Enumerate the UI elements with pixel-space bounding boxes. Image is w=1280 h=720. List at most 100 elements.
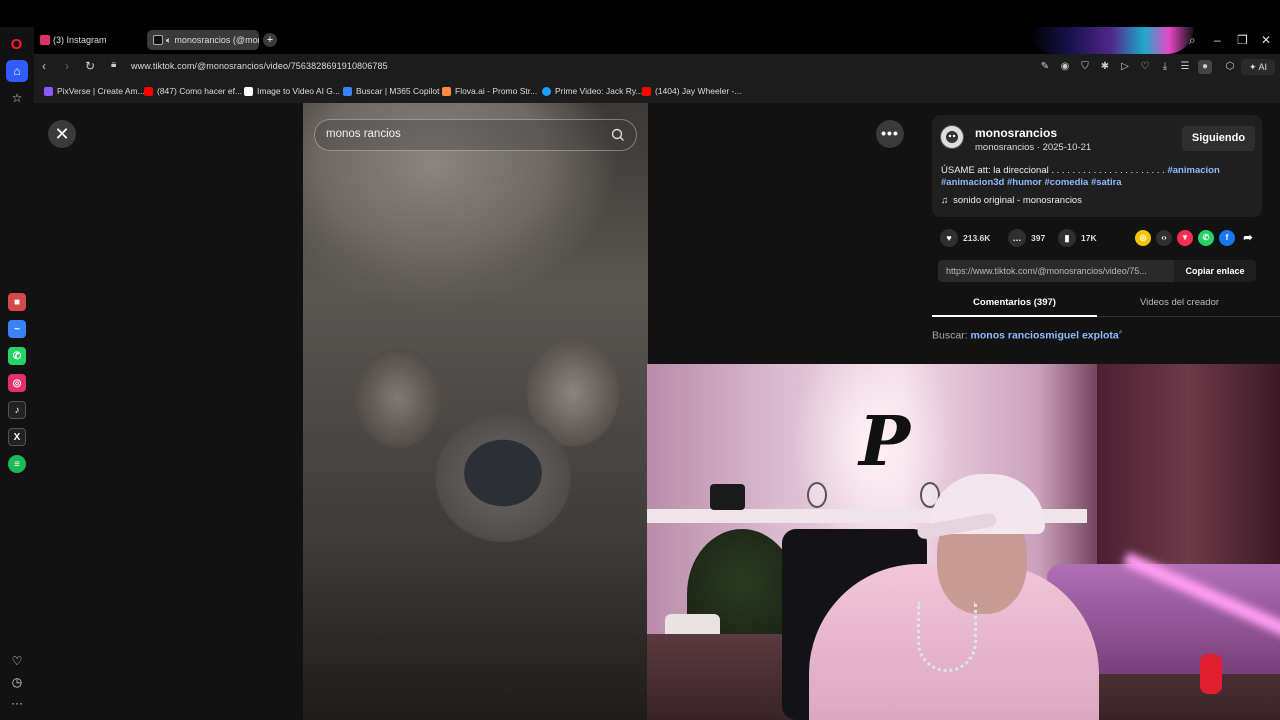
bookmark[interactable]: (847) Como hacer ef...: [144, 86, 242, 96]
prime-favicon-icon: [542, 86, 551, 96]
download-icon[interactable]: ⤓: [1158, 60, 1172, 74]
tab-creator-videos[interactable]: Videos del creador: [1097, 297, 1262, 308]
related-search-link[interactable]: monos ranciosmiguel explota: [971, 330, 1119, 342]
action-row: ♥ 213.6K … 397 ▮ 17K ◎ ‹› ▼ ✆ f ➦: [940, 229, 1270, 249]
like-button[interactable]: ♥ 213.6K: [940, 229, 990, 247]
hashtag[interactable]: #animacion3d: [941, 177, 1004, 188]
more-icon[interactable]: ···: [6, 692, 28, 714]
comment-count: 397: [1031, 233, 1046, 243]
instagram-icon[interactable]: ◎: [8, 374, 26, 392]
search-icon[interactable]: [610, 127, 626, 143]
copy-link-button[interactable]: Copiar enlace: [1174, 260, 1256, 282]
necklace: [917, 602, 977, 672]
send-icon[interactable]: ▼: [1177, 230, 1193, 246]
search-bar[interactable]: monos rancios: [314, 119, 637, 151]
back-icon[interactable]: ‹: [42, 59, 46, 73]
tiktok-icon[interactable]: ♪: [8, 401, 26, 419]
ai-label: AI: [1258, 62, 1268, 72]
tab-instagram[interactable]: (3) Instagram: [34, 30, 144, 50]
speaker-icon[interactable]: 🔈︎: [166, 35, 171, 46]
profile-icon[interactable]: ●: [1198, 60, 1212, 74]
embed-icon[interactable]: ‹›: [1156, 230, 1172, 246]
tab-tiktok[interactable]: 🔈︎ monosrancios (@mon: [147, 30, 259, 50]
whatsapp-icon[interactable]: ✆: [1198, 230, 1214, 246]
bookmark[interactable]: Image to Video AI G...: [244, 86, 340, 96]
url-field[interactable]: www.tiktok.com/@monosrancios/video/75638…: [131, 61, 388, 71]
menu-icon[interactable]: ☰: [1178, 60, 1192, 74]
avatar-icon: [946, 131, 958, 143]
new-tab-button[interactable]: +: [263, 33, 277, 47]
puzzle-icon[interactable]: ⬡: [1223, 60, 1237, 74]
hashtag[interactable]: #humor: [1007, 177, 1042, 188]
history-icon[interactable]: ◷: [6, 671, 28, 693]
lantern: [807, 482, 827, 508]
restore-icon[interactable]: ❐: [1237, 33, 1248, 47]
spotify-icon[interactable]: ≡: [8, 455, 26, 473]
heart-icon: ♥: [940, 229, 958, 247]
bookmark[interactable]: Buscar | M365 Copilot: [343, 86, 439, 96]
youtube-favicon-icon: [642, 86, 651, 96]
minimize-icon[interactable]: –: [1214, 33, 1221, 47]
bookmark-label: Buscar | M365 Copilot: [356, 86, 440, 96]
search-icon: ⌕: [1118, 329, 1123, 336]
messenger-icon[interactable]: ~: [8, 320, 26, 338]
hashtag[interactable]: #comedia: [1044, 177, 1088, 188]
heart-outline-icon[interactable]: ♡: [1138, 60, 1152, 74]
bookmark-label: PixVerse | Create Am...: [57, 86, 145, 96]
forward-icon[interactable]: ›: [65, 59, 69, 73]
author-name[interactable]: monosrancios: [975, 126, 1057, 140]
instagram-favicon-icon: [40, 35, 50, 45]
x-icon[interactable]: X: [8, 428, 26, 446]
bookmark-label: (1404) Jay Wheeler -...: [655, 86, 742, 96]
more-options-button[interactable]: •••: [876, 120, 904, 148]
search-tabs-icon[interactable]: ⌕: [1189, 33, 1196, 48]
active-tab-indicator: [932, 315, 1097, 317]
shield-icon[interactable]: ⛉: [1078, 60, 1092, 74]
player-icon[interactable]: ▷: [1118, 60, 1132, 74]
share-arrow-icon[interactable]: ➦: [1240, 230, 1256, 246]
related-search: Buscar: monos ranciosmiguel explota⌕: [932, 329, 1123, 342]
app-icon[interactable]: ■: [8, 293, 26, 311]
save-button[interactable]: ▮ 17K: [1058, 229, 1097, 247]
video-description: ÚSAME att: la direccional . . . . . . . …: [941, 165, 1256, 189]
heart-icon[interactable]: ♡: [6, 650, 28, 672]
bookmark-label: Flova.ai - Promo Str...: [455, 86, 538, 96]
video-link[interactable]: https://www.tiktok.com/@monosrancios/vid…: [946, 266, 1172, 276]
comment-button[interactable]: … 397: [1008, 229, 1045, 247]
tab-strip: (3) Instagram 🔈︎ monosrancios (@mon + ⌕ …: [34, 27, 1280, 54]
search-input[interactable]: monos rancios: [326, 128, 401, 140]
bookmark-label: Prime Video: Jack Ry...: [555, 86, 643, 96]
browser-theme-decoration: [1029, 27, 1194, 54]
extensions-icon[interactable]: ✱: [1098, 60, 1112, 74]
hashtag[interactable]: #satira: [1091, 177, 1122, 188]
reload-icon[interactable]: ↻: [85, 59, 95, 73]
opera-logo-icon[interactable]: O: [8, 36, 25, 53]
background-door: [1097, 364, 1280, 564]
bookmark[interactable]: Prime Video: Jack Ry...: [542, 86, 643, 96]
bookmark[interactable]: Flova.ai - Promo Str...: [442, 86, 537, 96]
hashtag[interactable]: #animacion: [1167, 165, 1219, 176]
coin-icon[interactable]: ◎: [1135, 230, 1151, 246]
star-icon[interactable]: ☆: [6, 87, 28, 109]
lock-icon[interactable]: 🔒︎: [111, 59, 116, 70]
bookmark[interactable]: PixVerse | Create Am...: [44, 86, 145, 96]
save-count: 17K: [1081, 233, 1097, 243]
edit-icon[interactable]: ✎: [1038, 60, 1052, 74]
follow-button[interactable]: Siguiendo: [1182, 126, 1255, 151]
whatsapp-icon[interactable]: ✆: [8, 347, 26, 365]
bookmark[interactable]: (1404) Jay Wheeler -...: [642, 86, 741, 96]
pixverse-favicon-icon: [44, 86, 53, 96]
close-icon[interactable]: ✕: [48, 120, 76, 148]
ai-button[interactable]: ✦ AI: [1241, 59, 1275, 75]
tab-label: monosrancios (@mon: [174, 35, 259, 45]
camera-icon[interactable]: ◉: [1058, 60, 1072, 74]
tab-comments[interactable]: Comentarios (397): [932, 297, 1097, 308]
close-window-icon[interactable]: ✕: [1261, 33, 1271, 47]
video-player[interactable]: [303, 103, 648, 720]
tab-label: (3) Instagram: [53, 35, 107, 45]
avatar[interactable]: [940, 125, 964, 149]
facebook-icon[interactable]: f: [1219, 230, 1235, 246]
home-icon[interactable]: ⌂: [6, 60, 28, 82]
tiktok-favicon-icon: [153, 35, 163, 45]
sound-link[interactable]: ♫ sonido original - monosrancios: [941, 195, 1082, 206]
